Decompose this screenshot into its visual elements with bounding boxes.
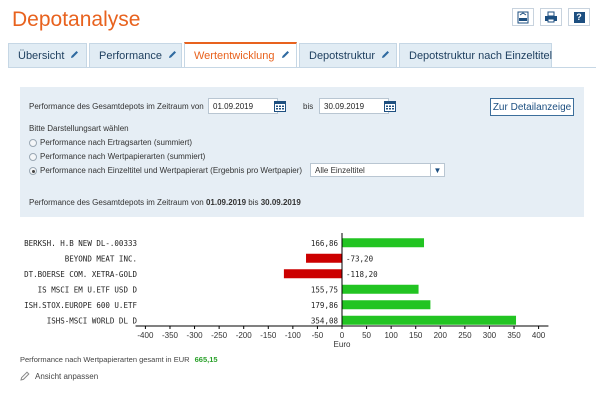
x-tick-label: 200 bbox=[434, 331, 448, 340]
summary-prefix: Performance des Gesamtdepots im Zeitraum… bbox=[29, 198, 204, 207]
bar bbox=[283, 269, 342, 279]
x-tick-label: 350 bbox=[507, 331, 521, 340]
pencil-icon bbox=[281, 50, 290, 62]
data-label: 155,75 bbox=[311, 285, 338, 294]
x-tick-label: 50 bbox=[362, 331, 371, 340]
csv-export-button[interactable] bbox=[512, 8, 534, 26]
x-tick-label: 0 bbox=[340, 331, 345, 340]
x-tick-label: -200 bbox=[236, 331, 253, 340]
performance-chart: BERKSH. H.B NEW DL-.00333 166,86 BEYOND ME… bbox=[24, 233, 549, 348]
csv-export-icon bbox=[517, 11, 529, 23]
x-tick-label: 100 bbox=[384, 331, 398, 340]
x-tick-label: -150 bbox=[260, 331, 277, 340]
category-label: DT.BOERSE COM. XETRA-GOLD bbox=[24, 270, 137, 279]
data-label: 166,86 bbox=[311, 239, 339, 248]
bar bbox=[342, 300, 431, 310]
to-date-input[interactable]: 30.09.2019 bbox=[319, 98, 389, 114]
tab-depotstruktur[interactable]: Depotstruktur bbox=[299, 43, 397, 68]
print-icon bbox=[545, 11, 557, 23]
tab-label: Übersicht bbox=[18, 50, 65, 62]
pencil-icon bbox=[70, 50, 79, 62]
chevron-down-icon[interactable]: ▼ bbox=[430, 163, 444, 177]
period-label: Performance des Gesamtdepots im Zeitraum… bbox=[29, 102, 204, 111]
x-tick-label: 250 bbox=[458, 331, 472, 340]
category-label: ISHS-MSCI WORLD DL D bbox=[47, 316, 138, 325]
x-tick-label: -300 bbox=[187, 331, 204, 340]
x-tick-label: -50 bbox=[312, 331, 324, 340]
option-label: Performance nach Wertpapierarten (summie… bbox=[40, 152, 206, 161]
mode-label: Bitte Darstellungsart wählen bbox=[29, 124, 129, 133]
title-select[interactable]: Alle Einzeltitel ▼ bbox=[310, 163, 445, 177]
pencil-icon bbox=[20, 371, 30, 381]
tab-divider bbox=[8, 67, 596, 68]
tab-bar: Übersicht Performance Wertentwicklung De… bbox=[8, 42, 598, 68]
calendar-icon[interactable] bbox=[384, 100, 396, 112]
tab-performance[interactable]: Performance bbox=[89, 43, 182, 68]
x-tick-label: 300 bbox=[483, 331, 497, 340]
tab-depotstruktur-einzeltitel[interactable]: Depotstruktur nach Einzeltitel bbox=[399, 43, 552, 68]
x-tick-label: -100 bbox=[285, 331, 302, 340]
tab-label: Depotstruktur bbox=[309, 50, 376, 62]
option-label: Performance nach Ertragsarten (summiert) bbox=[40, 138, 193, 147]
page-title: Depotanalyse bbox=[12, 8, 141, 31]
total-value: 665,15 bbox=[194, 355, 218, 364]
filter-panel: Performance des Gesamtdepots im Zeitraum… bbox=[20, 87, 584, 217]
x-tick-label: -400 bbox=[137, 331, 154, 340]
radio-ertragsarten[interactable] bbox=[29, 139, 37, 147]
category-label: ISH.STOX.EUROPE 600 U.ETF bbox=[24, 301, 137, 310]
data-label: -73,20 bbox=[346, 254, 374, 263]
help-icon: ? bbox=[573, 11, 585, 23]
adjust-view-link[interactable]: Ansicht anpassen bbox=[20, 371, 98, 381]
tab-wertentwicklung[interactable]: Wertentwicklung bbox=[184, 42, 297, 68]
total-label: Performance nach Wertpapierarten gesamt … bbox=[20, 355, 190, 364]
print-button[interactable] bbox=[540, 8, 562, 26]
data-label: 179,86 bbox=[311, 301, 339, 310]
period-summary: Performance des Gesamtdepots im Zeitraum… bbox=[29, 198, 301, 207]
radio-wertpapierarten[interactable] bbox=[29, 153, 37, 161]
pencil-icon bbox=[381, 50, 390, 62]
help-button[interactable]: ? bbox=[568, 8, 590, 26]
summary-from: 01.09.2019 bbox=[205, 198, 247, 207]
adjust-label: Ansicht anpassen bbox=[35, 371, 99, 381]
calendar-icon[interactable] bbox=[274, 100, 286, 112]
summary-to: 30.09.2019 bbox=[260, 198, 301, 207]
tab-label: Depotstruktur nach Einzeltitel bbox=[409, 50, 553, 62]
data-label: 354,08 bbox=[311, 316, 339, 325]
tab-uebersicht[interactable]: Übersicht bbox=[8, 43, 87, 68]
select-value: Alle Einzeltitel bbox=[315, 165, 365, 175]
x-tick-label: 400 bbox=[532, 331, 546, 340]
detail-button[interactable]: Zur Detailanzeige bbox=[490, 98, 574, 116]
category-label: BEYOND MEAT INC. bbox=[65, 254, 137, 263]
tab-label: Wertentwicklung bbox=[194, 49, 275, 62]
bar bbox=[306, 253, 342, 263]
toolbar: ? bbox=[512, 8, 590, 26]
bar bbox=[342, 315, 517, 325]
option-label: Performance nach Einzeltitel und Wertpap… bbox=[40, 166, 303, 175]
bar bbox=[342, 284, 419, 294]
x-axis-label: Euro bbox=[334, 340, 351, 348]
summary-mid: bis bbox=[248, 198, 259, 207]
tab-label: Performance bbox=[99, 50, 162, 62]
category-label: BERKSH. H.B NEW DL-.00333 bbox=[24, 239, 137, 248]
x-tick-label: 150 bbox=[409, 331, 423, 340]
total-line: Performance nach Wertpapierarten gesamt … bbox=[20, 355, 218, 364]
data-label: -118,20 bbox=[346, 270, 378, 279]
to-label: bis bbox=[303, 102, 314, 111]
from-date-input[interactable]: 01.09.2019 bbox=[208, 98, 278, 114]
radio-einzeltitel[interactable] bbox=[29, 167, 37, 175]
x-tick-label: -350 bbox=[162, 331, 179, 340]
category-label: IS MSCI EM U.ETF USD D bbox=[38, 285, 138, 294]
x-tick-label: -250 bbox=[211, 331, 228, 340]
bar bbox=[342, 238, 425, 248]
pencil-icon bbox=[168, 50, 177, 62]
